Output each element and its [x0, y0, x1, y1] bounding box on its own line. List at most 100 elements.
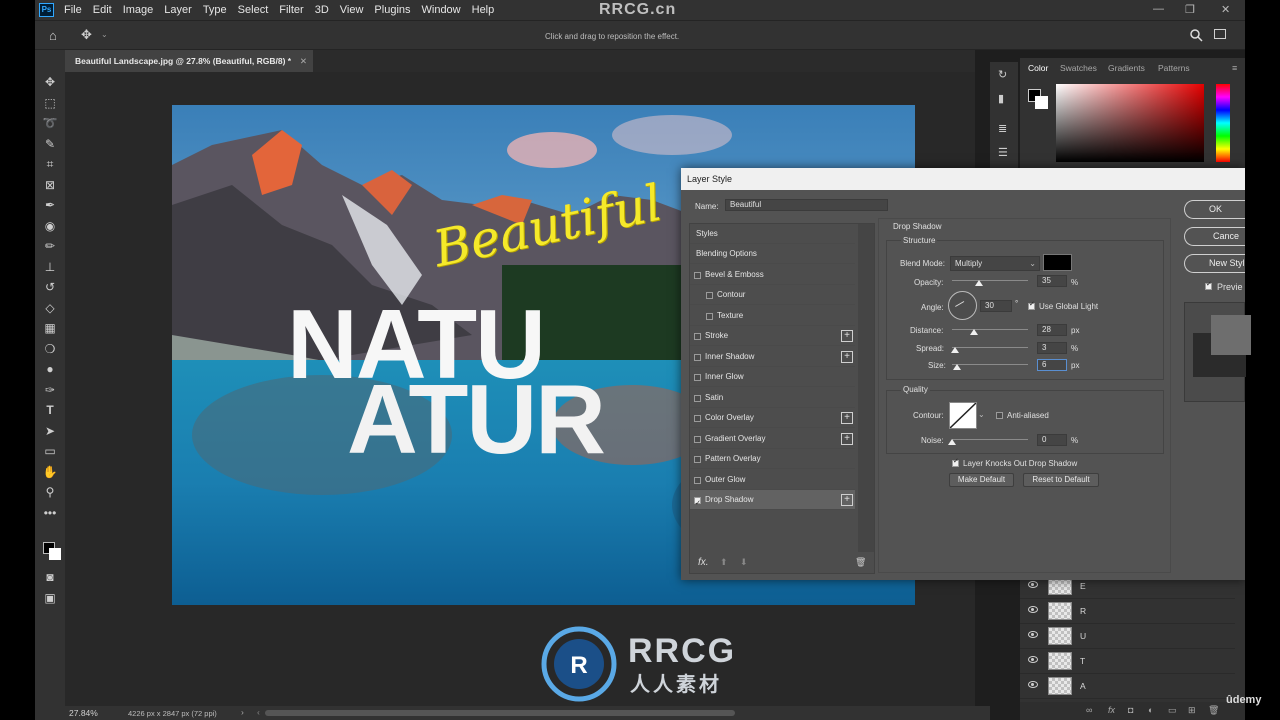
style-item-inner-glow[interactable]: Inner Glow [690, 367, 855, 387]
history-icon[interactable]: ↻ [998, 68, 1007, 81]
move-down-icon[interactable]: ⬇ [740, 557, 748, 568]
style-checkbox[interactable] [694, 353, 701, 361]
chevron-down-icon[interactable]: ⌄ [101, 30, 108, 39]
add-instance-icon[interactable]: + [841, 330, 853, 342]
path-select-icon[interactable]: ➤ [41, 423, 59, 439]
move-tool-icon[interactable]: ✥ [81, 27, 92, 43]
name-input[interactable]: Beautiful [725, 199, 888, 211]
color-field[interactable] [1056, 84, 1204, 162]
shadow-color-swatch[interactable] [1043, 254, 1072, 271]
move-icon[interactable]: ✥ [41, 74, 59, 90]
adjustments-icon[interactable]: ☰ [998, 146, 1008, 159]
spread-input[interactable]: 3 [1037, 342, 1067, 354]
spread-slider-thumb[interactable] [951, 347, 959, 353]
eye-icon[interactable] [1028, 581, 1038, 588]
styles-header[interactable]: Styles [690, 224, 855, 244]
style-checkbox[interactable] [694, 476, 701, 484]
hand-icon[interactable]: ✋ [41, 464, 59, 480]
reset-default-button[interactable]: Reset to Default [1023, 473, 1099, 487]
style-item-blending-options[interactable]: Blending Options [690, 244, 855, 264]
rectangle-icon[interactable]: ▭ [41, 443, 59, 459]
menu-3d[interactable]: 3D [315, 4, 329, 16]
fx-menu-icon[interactable]: fx. [698, 557, 709, 568]
brush-settings-icon[interactable]: ≣ [998, 122, 1007, 135]
noise-slider-track[interactable] [952, 439, 1028, 440]
add-instance-icon[interactable]: + [841, 432, 853, 445]
angle-dial[interactable] [948, 291, 977, 320]
eyedropper-icon[interactable]: ✒ [41, 197, 59, 213]
menu-type[interactable]: Type [203, 4, 227, 16]
style-item-color-overlay[interactable]: Color Overlay + [690, 408, 855, 428]
close-tab-icon[interactable]: ✕ [300, 50, 307, 72]
gradient-icon[interactable]: ▦ [41, 320, 59, 336]
pen-icon[interactable]: ✑ [41, 382, 59, 398]
menu-filter[interactable]: Filter [279, 4, 303, 16]
menu-help[interactable]: Help [472, 4, 495, 16]
minimize-icon[interactable]: — [1153, 3, 1164, 15]
style-item-gradient-overlay[interactable]: Gradient Overlay + [690, 429, 855, 449]
horizontal-scrollbar[interactable] [265, 710, 735, 716]
quick-select-icon[interactable]: ✎ [41, 136, 59, 152]
style-item-stroke[interactable]: Stroke + [690, 326, 855, 346]
spread-slider-track[interactable] [952, 347, 1028, 348]
eraser-icon[interactable]: ◇ [41, 300, 59, 316]
menu-view[interactable]: View [340, 4, 364, 16]
opacity-input[interactable]: 35 [1037, 275, 1067, 287]
style-checkbox[interactable] [706, 292, 713, 299]
knockout-checkbox[interactable] [952, 457, 959, 467]
style-checkbox[interactable] [694, 374, 701, 381]
mask-icon[interactable]: ◘ [1128, 705, 1133, 715]
angle-input[interactable]: 30 [980, 300, 1012, 312]
fx-icon[interactable]: fx [1108, 705, 1115, 715]
cancel-button[interactable]: Cance [1184, 227, 1245, 246]
size-input[interactable]: 6 [1037, 359, 1067, 371]
blur-icon[interactable]: ❍ [41, 341, 59, 357]
style-item-outer-glow[interactable]: Outer Glow [690, 470, 855, 490]
search-icon[interactable] [1190, 29, 1203, 42]
new-layer-icon[interactable]: ⊞ [1188, 705, 1196, 716]
more-tools-icon[interactable]: ••• [41, 505, 59, 521]
style-item-satin[interactable]: Satin [690, 388, 855, 408]
hue-slider[interactable] [1216, 84, 1230, 162]
menu-layer[interactable]: Layer [164, 4, 192, 16]
menu-window[interactable]: Window [422, 4, 461, 16]
contour-chevron-icon[interactable]: ⌄ [978, 410, 985, 419]
style-item-pattern-overlay[interactable]: Pattern Overlay [690, 449, 855, 469]
size-slider-track[interactable] [952, 364, 1028, 365]
anti-aliased-checkbox[interactable] [996, 412, 1003, 419]
workspace-icon[interactable] [1214, 29, 1226, 39]
ok-button[interactable]: OK [1184, 200, 1245, 219]
noise-slider-thumb[interactable] [948, 439, 956, 445]
style-checkbox[interactable] [706, 312, 713, 320]
lasso-icon[interactable]: ➰ [41, 115, 59, 131]
comments-icon[interactable]: ▮ [998, 92, 1004, 105]
style-checkbox[interactable] [694, 494, 701, 514]
eye-icon[interactable] [1028, 631, 1038, 638]
menu-file[interactable]: File [64, 4, 82, 16]
opacity-slider-thumb[interactable] [975, 280, 983, 286]
marquee-icon[interactable]: ⬚ [41, 95, 59, 111]
style-item-inner-shadow[interactable]: Inner Shadow + [690, 347, 855, 367]
style-checkbox[interactable] [694, 456, 701, 463]
dodge-icon[interactable]: ● [41, 361, 59, 377]
tab-patterns[interactable]: Patterns [1158, 63, 1190, 73]
link-layers-icon[interactable]: ∞ [1086, 705, 1092, 715]
layer-row[interactable]: R [1020, 599, 1235, 624]
group-icon[interactable]: ▭ [1168, 705, 1177, 716]
style-checkbox[interactable] [694, 333, 701, 340]
style-item-bevel-emboss[interactable]: Bevel & Emboss [690, 265, 855, 285]
healing-icon[interactable]: ◉ [41, 218, 59, 234]
close-icon[interactable]: ✕ [1221, 3, 1230, 16]
make-default-button[interactable]: Make Default [949, 473, 1014, 487]
frame-icon[interactable]: ⊠ [41, 177, 59, 193]
contour-picker[interactable] [949, 402, 977, 429]
menu-select[interactable]: Select [238, 4, 269, 16]
styles-scrollbar[interactable] [858, 224, 874, 552]
add-instance-icon[interactable]: + [841, 350, 853, 363]
style-item-contour[interactable]: Contour [690, 285, 855, 305]
crop-icon[interactable]: ⌗ [41, 156, 59, 172]
stamp-icon[interactable]: ⊥ [41, 259, 59, 275]
style-checkbox[interactable] [694, 271, 701, 279]
eye-icon[interactable] [1028, 606, 1038, 613]
history-brush-icon[interactable]: ↺ [41, 279, 59, 295]
